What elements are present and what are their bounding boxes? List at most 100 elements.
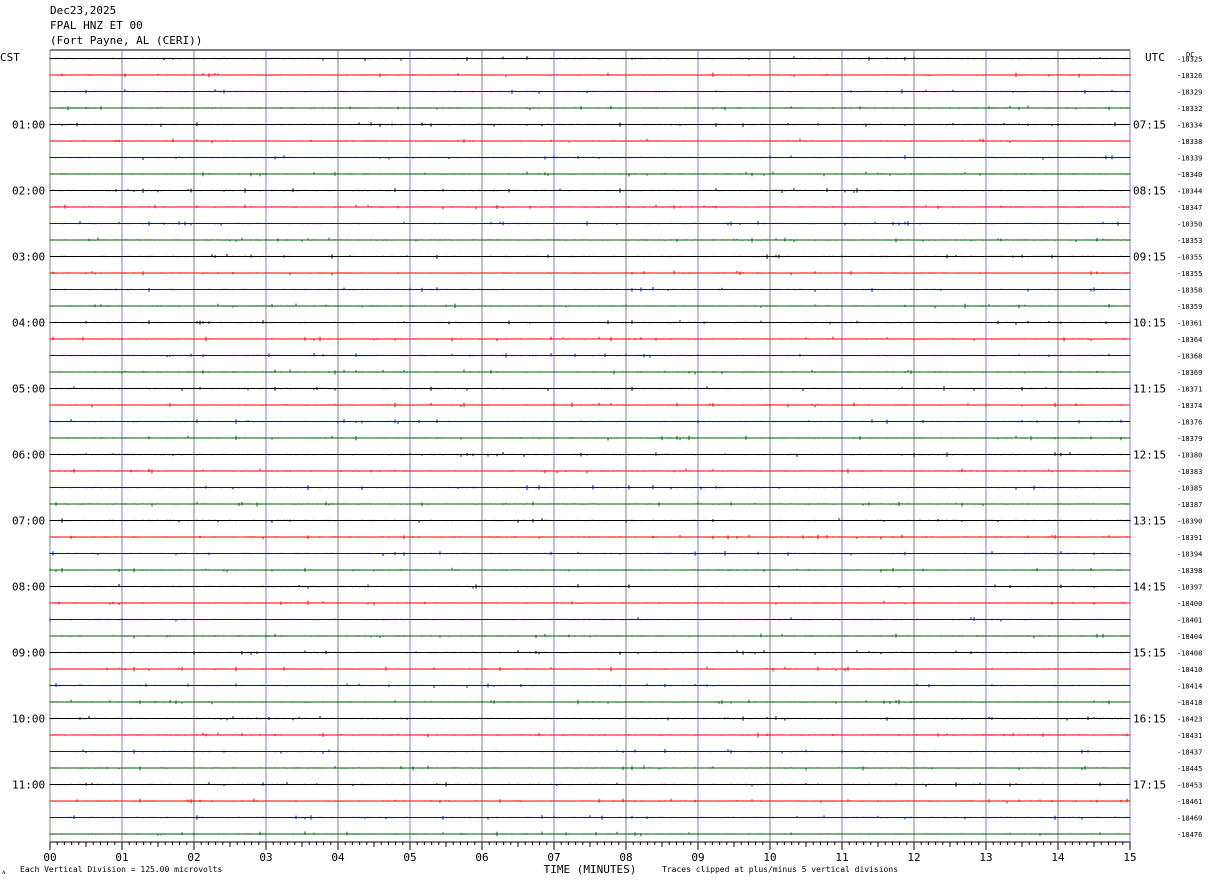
- right-hour-label: 15:15: [1133, 647, 1166, 660]
- footer-corner-mark: ᴀ: [2, 868, 6, 876]
- x-tick-label: 03: [259, 851, 272, 864]
- dc-offset-label: -18344: [1177, 188, 1202, 196]
- x-tick-label: 02: [187, 851, 200, 864]
- trace-noise: [49, 386, 1131, 391]
- x-tick-label: 13: [979, 851, 992, 864]
- trace-noise: [49, 254, 1131, 259]
- trace-noise: [49, 468, 1131, 474]
- x-tick-label: 09: [691, 851, 704, 864]
- dc-offset-label: -18414: [1177, 683, 1202, 691]
- dc-offset-label: -18404: [1177, 633, 1202, 641]
- x-tick-label: 11: [835, 851, 848, 864]
- trace-noise: [49, 336, 1131, 342]
- dc-offset-label: -18361: [1177, 320, 1202, 328]
- trace-noise: [49, 732, 1131, 738]
- trace-noise: [49, 600, 1131, 606]
- x-tick-label: 06: [475, 851, 488, 864]
- dc-offset-label: -18355: [1177, 254, 1202, 262]
- trace-noise: [49, 171, 1131, 177]
- trace-noise: [49, 138, 1131, 144]
- trace-noise: [49, 716, 1131, 721]
- right-hour-label: 12:15: [1133, 449, 1166, 462]
- x-tick-label: 00: [43, 851, 56, 864]
- x-tick-label: 10: [763, 851, 776, 864]
- dc-offset-label: -18358: [1177, 287, 1202, 295]
- left-hour-label: 03:00: [12, 251, 45, 264]
- x-tick-label: 14: [1051, 851, 1065, 864]
- dc-offset-label: -18383: [1177, 468, 1202, 476]
- dc-offset-label: -18408: [1177, 650, 1202, 658]
- right-hour-label: 16:15: [1133, 713, 1166, 726]
- dc-offset-label: -18371: [1177, 386, 1202, 394]
- dc-offset-label: -18400: [1177, 600, 1202, 608]
- left-hour-label: 05:00: [12, 383, 45, 396]
- right-hour-label: 17:15: [1133, 779, 1166, 792]
- trace-noise: [49, 287, 1131, 292]
- dc-offset-label: -18368: [1177, 353, 1202, 361]
- trace-noise: [49, 270, 1131, 276]
- dc-offset-label: -18369: [1177, 369, 1202, 377]
- trace-noise: [49, 105, 1131, 111]
- trace-noise: [49, 419, 1131, 424]
- trace-noise: [49, 699, 1131, 705]
- dc-offset-label: -18385: [1177, 485, 1202, 493]
- dc-offset-label: -18359: [1177, 303, 1202, 311]
- x-tick-label: 05: [403, 851, 416, 864]
- trace-noise: [49, 650, 1131, 655]
- trace-noise: [49, 188, 1131, 193]
- footer-scale: Each Vertical Division = 125.00 microvol…: [20, 865, 223, 874]
- left-timezone-label: CST: [0, 51, 20, 64]
- trace-noise: [49, 237, 1131, 243]
- dc-offset-label: -18410: [1177, 666, 1202, 674]
- dc-offset-label: -18334: [1177, 122, 1202, 130]
- trace-noise: [49, 584, 1131, 589]
- right-hour-label: 11:15: [1133, 383, 1166, 396]
- dc-offset-label: -18329: [1177, 89, 1202, 97]
- dc-offset-label: -18340: [1177, 171, 1202, 179]
- dc-offset-label: -18391: [1177, 534, 1202, 542]
- dc-offset-label: -18355: [1177, 270, 1202, 278]
- dc-offset-label: -18350: [1177, 221, 1202, 229]
- dc-offset-label: -18469: [1177, 815, 1202, 823]
- dc-offset-label: -18376: [1177, 419, 1202, 427]
- right-hour-label: 08:15: [1133, 185, 1166, 198]
- dc-offset-label: -18380: [1177, 452, 1202, 460]
- dc-offset-label: -18445: [1177, 765, 1202, 773]
- trace-noise: [49, 56, 1131, 61]
- dc-offset-label: -18397: [1177, 584, 1202, 592]
- trace-noise: [49, 221, 1131, 226]
- dc-offset-label: -18423: [1177, 716, 1202, 724]
- dc-offset-label: -18461: [1177, 798, 1202, 806]
- dc-offset-label: -18401: [1177, 617, 1202, 625]
- dc-offset-label: -18398: [1177, 567, 1202, 575]
- trace-noise: [49, 402, 1131, 408]
- dc-offset-label: -18332: [1177, 105, 1202, 113]
- trace-noise: [49, 122, 1131, 127]
- plot-labels: 00 01 02 03 04 05 06 07 08 09 10 11 12 13 14 15TIME (MI…: [0, 51, 1202, 876]
- left-hour-label: 04:00: [12, 317, 45, 330]
- trace-noise: [49, 782, 1131, 787]
- right-hour-label: 09:15: [1133, 251, 1166, 264]
- right-hour-label: 13:15: [1133, 515, 1166, 528]
- right-hour-label: 10:15: [1133, 317, 1166, 330]
- trace-noise: [49, 72, 1131, 78]
- left-hour-label: 10:00: [12, 713, 45, 726]
- trace-noise: [49, 765, 1131, 771]
- left-hour-label: 08:00: [12, 581, 45, 594]
- dc-offset-label: -18379: [1177, 435, 1202, 443]
- right-timezone-label: UTC: [1145, 51, 1165, 64]
- trace-noise: [52, 815, 1131, 820]
- dc-offset-label: -18387: [1177, 501, 1202, 509]
- dc-header: DC: [1186, 51, 1194, 59]
- x-tick-label: 01: [115, 851, 128, 864]
- dc-offset-label: -18326: [1177, 72, 1202, 80]
- left-hour-label: 01:00: [12, 119, 45, 132]
- trace-noise: [49, 369, 1131, 375]
- trace-noise: [49, 683, 1131, 688]
- dc-offset-label: -18338: [1177, 138, 1202, 146]
- trace-noise: [49, 501, 1131, 507]
- dc-offset-label: -18453: [1177, 782, 1202, 790]
- trace-noise: [49, 204, 1131, 210]
- dc-offset-label: -18418: [1177, 699, 1202, 707]
- trace-noise: [49, 303, 1131, 309]
